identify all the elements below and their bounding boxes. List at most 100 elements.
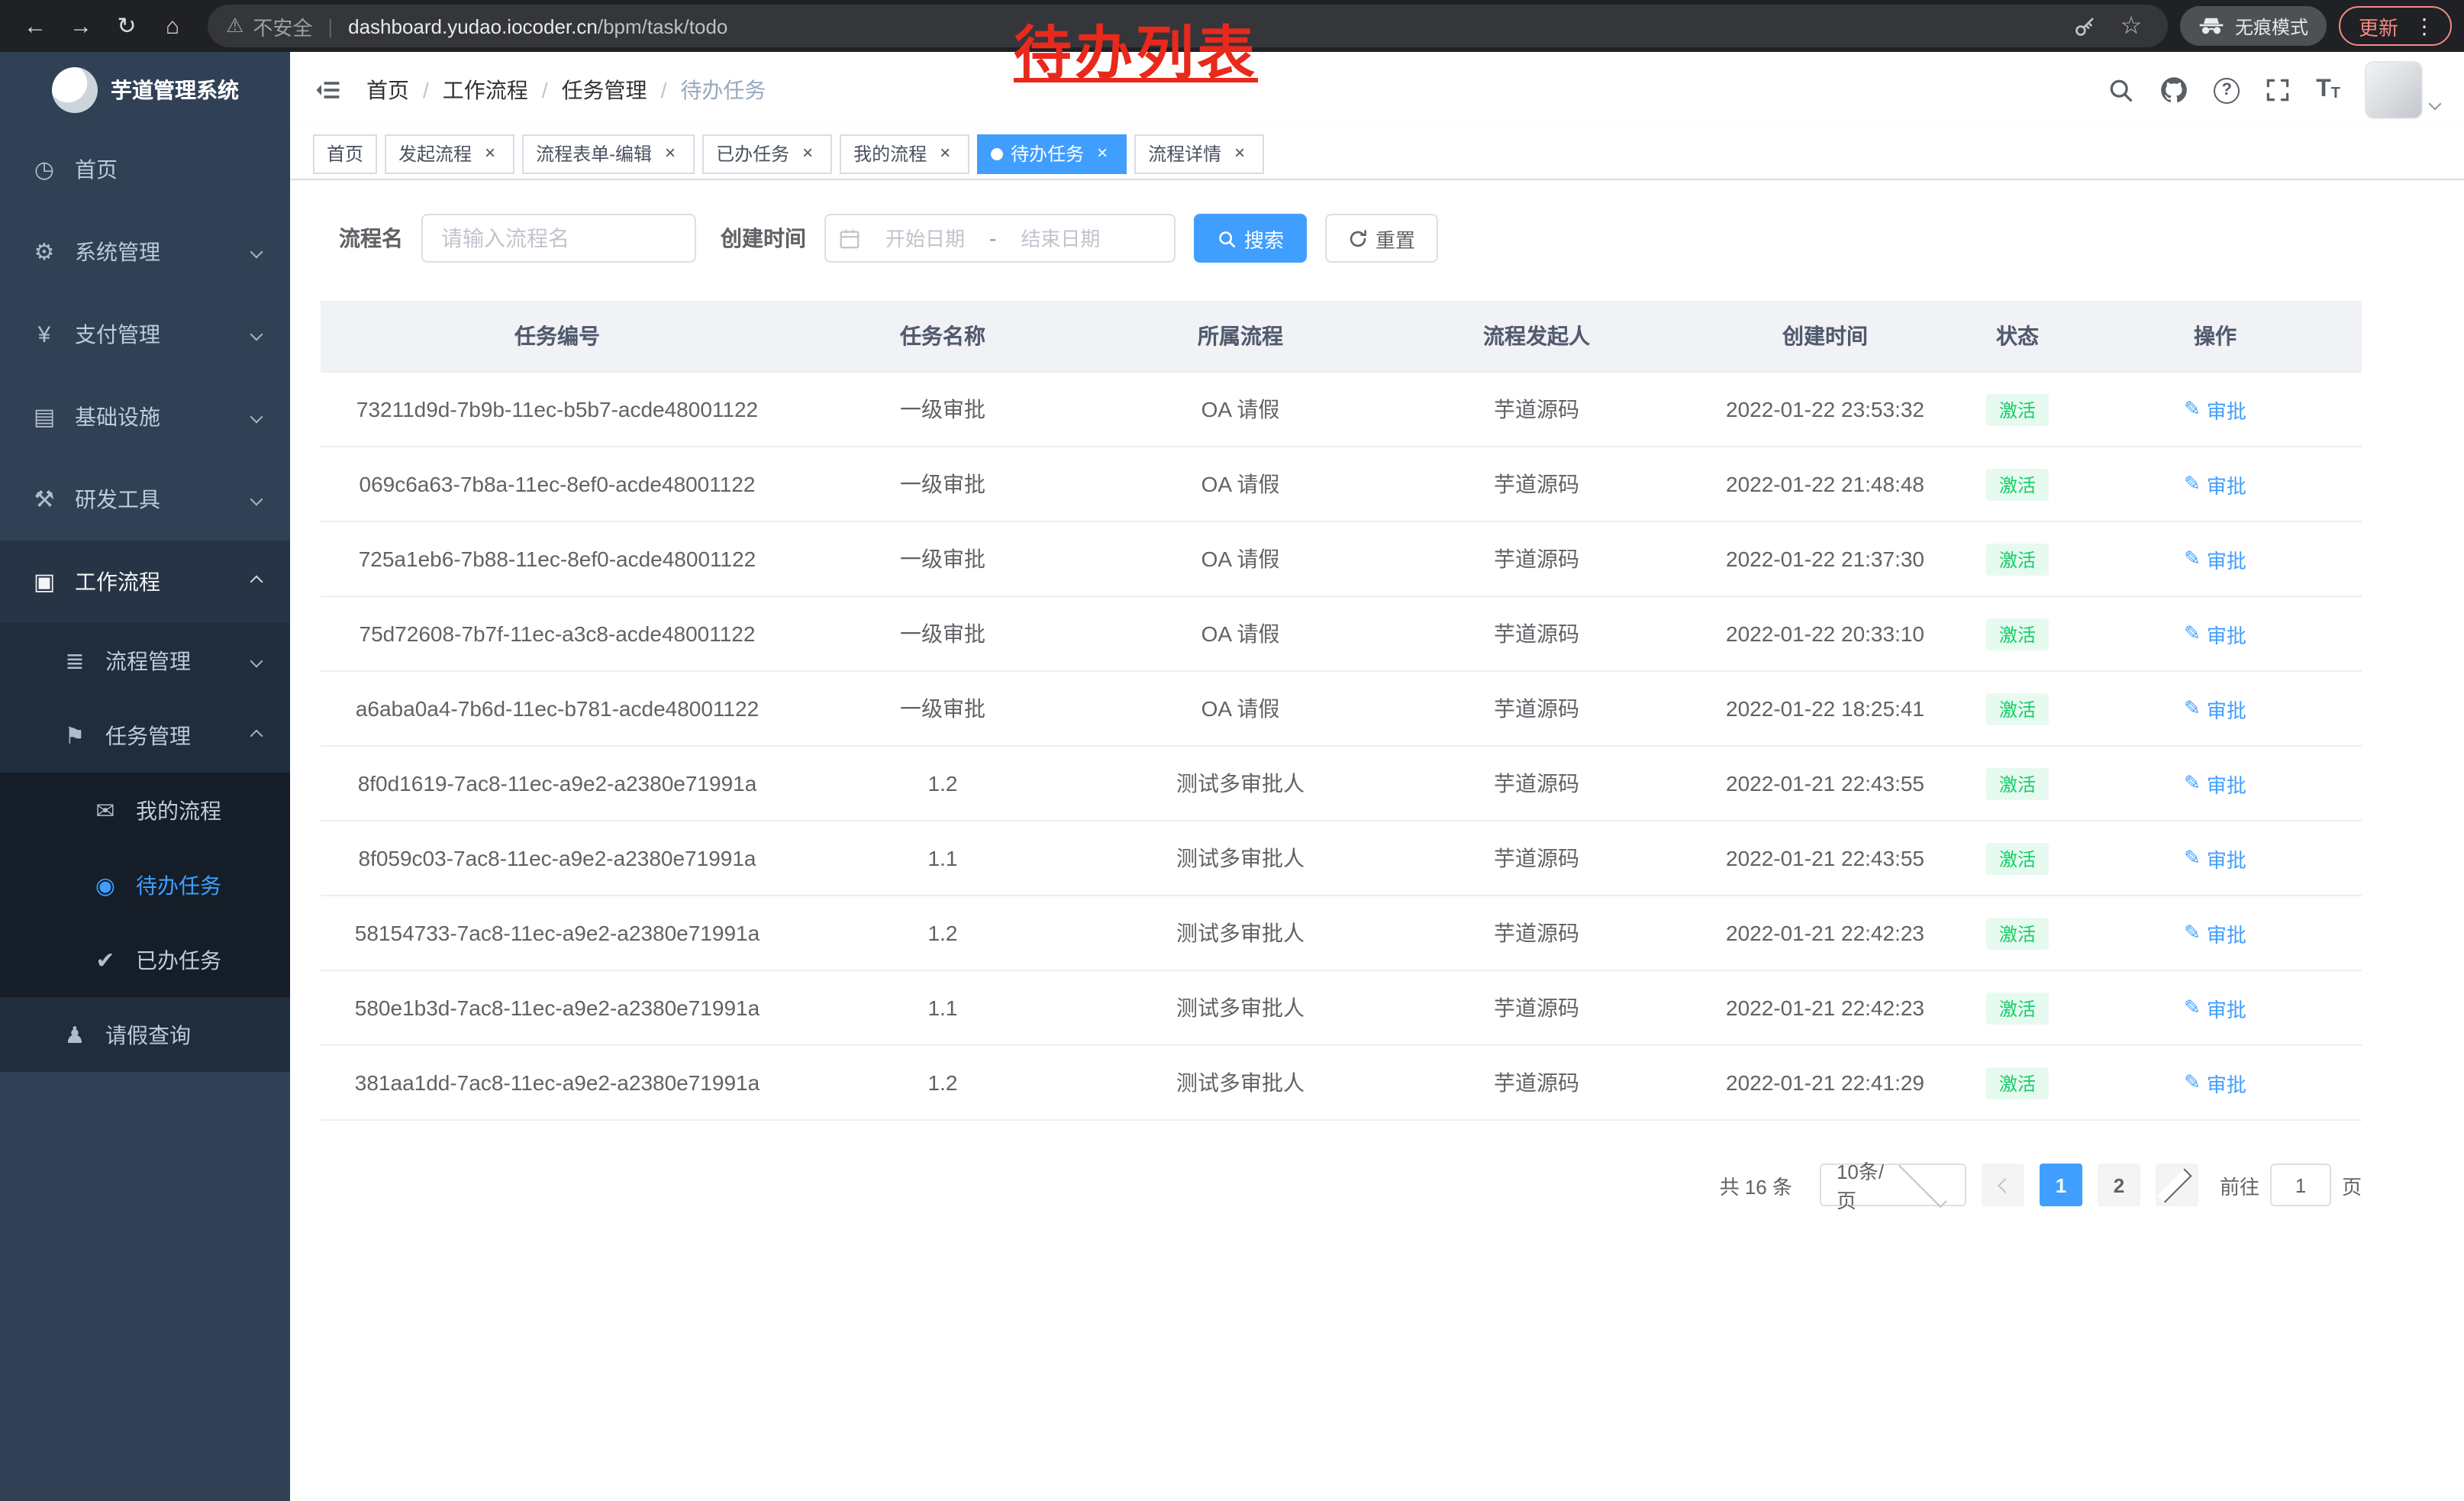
next-page-button[interactable] (2156, 1164, 2198, 1206)
cell-task-name: 一级审批 (794, 597, 1092, 670)
tab-close-icon[interactable]: × (660, 143, 681, 164)
goto-page: 前往 页 (2220, 1164, 2362, 1206)
sidebar-item-process-management[interactable]: ≣ 流程管理 (0, 623, 290, 698)
dashboard-icon: ◷ (31, 156, 58, 183)
help-icon[interactable]: ? (2214, 77, 2240, 103)
page-button-2[interactable]: 2 (2098, 1164, 2140, 1206)
reset-button[interactable]: 重置 (1325, 214, 1438, 263)
sidebar-item-payment-management[interactable]: ¥ 支付管理 (0, 293, 290, 376)
table-row: 73211d9d-7b9b-11ec-b5b7-acde48001122 一级审… (321, 373, 2362, 447)
browser-home-button[interactable]: ⌂ (150, 3, 195, 49)
sidebar-item-dev-tools[interactable]: ⚒ 研发工具 (0, 458, 290, 541)
total-count: 共 16 条 (1720, 1170, 1792, 1199)
tab-label: 已办任务 (716, 140, 789, 166)
tab-start-process[interactable]: 发起流程 × (385, 134, 514, 173)
end-date-input[interactable] (1002, 227, 1118, 250)
column-header: 所属流程 (1092, 301, 1389, 371)
breadcrumb-home[interactable]: 首页 (366, 75, 409, 105)
tab-close-icon[interactable]: × (1092, 143, 1113, 164)
sidebar-item-task-management[interactable]: ⚑ 任务管理 (0, 698, 290, 773)
approve-link[interactable]: ✎ 审批 (2184, 769, 2246, 798)
tab-my-process[interactable]: 我的流程 × (840, 134, 969, 173)
approve-link[interactable]: ✎ 审批 (2184, 470, 2246, 499)
avatar[interactable] (2365, 61, 2423, 119)
sidebar-item-done-tasks[interactable]: ✔ 已办任务 (0, 922, 290, 997)
browser-back-button[interactable]: ← (12, 3, 58, 49)
sidebar-item-system-management[interactable]: ⚙ 系统管理 (0, 211, 290, 293)
status-badge: 激活 (1987, 767, 2048, 799)
briefcase-icon: ▣ (31, 568, 58, 596)
sidebar-item-home[interactable]: ◷ 首页 (0, 128, 290, 211)
app-title: 芋道管理系统 (111, 75, 239, 105)
sidebar-item-my-process[interactable]: ✉ 我的流程 (0, 773, 290, 847)
cell-process: OA 请假 (1092, 597, 1389, 670)
tab-todo-tasks[interactable]: 待办任务 × (977, 134, 1127, 173)
edit-icon: ✎ (2184, 397, 2201, 421)
tab-close-icon[interactable]: × (1229, 143, 1250, 164)
cell-task-name: 1.2 (794, 1046, 1092, 1119)
logo[interactable]: 芋道管理系统 (0, 52, 290, 128)
key-icon[interactable] (2067, 13, 2104, 39)
fullscreen-icon[interactable] (2264, 76, 2291, 104)
cell-status: 激活 (1966, 373, 2069, 446)
sidebar-item-infrastructure[interactable]: ▤ 基础设施 (0, 376, 290, 458)
process-name-input[interactable] (421, 214, 696, 263)
github-icon[interactable] (2159, 75, 2189, 105)
sidebar-item-leave-query[interactable]: ♟ 请假查询 (0, 997, 290, 1072)
tab-label: 首页 (327, 140, 363, 166)
app-root: ← → ↻ ⌂ ⚠ 不安全 | dashboard.yudao.iocoder.… (0, 0, 2464, 1501)
approve-link[interactable]: ✎ 审批 (2184, 694, 2246, 723)
header-actions: ? TT (2107, 61, 2440, 119)
cell-actions: ✎ 审批 (2069, 373, 2362, 446)
tab-close-icon[interactable]: × (479, 143, 501, 164)
search-icon[interactable] (2107, 76, 2134, 104)
breadcrumb-task-management[interactable]: 任务管理 (562, 75, 647, 105)
start-date-input[interactable] (867, 227, 983, 250)
approve-link[interactable]: ✎ 审批 (2184, 395, 2246, 424)
tab-close-icon[interactable]: × (797, 143, 818, 164)
update-button[interactable]: 更新 ⋮ (2339, 6, 2452, 46)
goto-page-input[interactable] (2270, 1164, 2331, 1206)
goto-label: 前往 (2220, 1170, 2259, 1199)
person-icon: ♟ (61, 1021, 89, 1048)
page-size-select[interactable]: 10条/页 (1820, 1164, 1966, 1206)
browser-reload-button[interactable]: ↻ (104, 3, 150, 49)
url-domain: dashboard.yudao.iocoder.cn (348, 15, 598, 37)
kebab-menu-icon[interactable]: ⋮ (2404, 13, 2444, 39)
cell-status: 激活 (1966, 747, 2069, 820)
search-button[interactable]: 搜索 (1194, 214, 1307, 263)
page-unit-label: 页 (2342, 1170, 2362, 1199)
browser-forward-button[interactable]: → (58, 3, 104, 49)
approve-link[interactable]: ✎ 审批 (2184, 844, 2246, 873)
sidebar-item-todo-tasks[interactable]: ◉ 待办任务 (0, 847, 290, 922)
tab-close-icon[interactable]: × (934, 143, 956, 164)
page-button-1[interactable]: 1 (2040, 1164, 2082, 1206)
approve-link[interactable]: ✎ 审批 (2184, 993, 2246, 1022)
date-range-picker[interactable]: - (824, 214, 1176, 263)
breadcrumb-workflow[interactable]: 工作流程 (443, 75, 528, 105)
menu-item-label: 支付管理 (75, 319, 235, 350)
menu-item-label: 研发工具 (75, 484, 235, 515)
breadcrumb-todo-tasks[interactable]: 待办任务 (680, 75, 766, 105)
column-header: 任务编号 (321, 301, 794, 371)
tab-done-tasks[interactable]: 已办任务 × (702, 134, 832, 173)
tab-home[interactable]: 首页 (313, 134, 377, 173)
incognito-badge: 无痕模式 (2180, 6, 2327, 46)
approve-link[interactable]: ✎ 审批 (2184, 1068, 2246, 1097)
tab-process-form-edit[interactable]: 流程表单-编辑 × (522, 134, 695, 173)
tab-process-detail[interactable]: 流程详情 × (1134, 134, 1264, 173)
sidebar-toggle-button[interactable] (314, 76, 342, 104)
bookmark-star-icon[interactable]: ☆ (2113, 11, 2150, 41)
cell-create-time: 2022-01-21 22:43:55 (1684, 822, 1966, 895)
prev-page-button[interactable] (1982, 1164, 2024, 1206)
font-size-icon[interactable]: TT (2316, 78, 2340, 102)
user-menu[interactable] (2365, 61, 2440, 119)
approve-link[interactable]: ✎ 审批 (2184, 918, 2246, 947)
logo-avatar-image (51, 67, 97, 113)
approve-link[interactable]: ✎ 审批 (2184, 544, 2246, 573)
cell-initiator: 芋道源码 (1389, 672, 1684, 745)
annotation-overlay: 待办列表 (1014, 6, 1258, 90)
tabs-bar: 首页 发起流程 × 流程表单-编辑 × (290, 128, 2464, 180)
approve-link[interactable]: ✎ 审批 (2184, 619, 2246, 648)
sidebar-item-workflow[interactable]: ▣ 工作流程 (0, 541, 290, 623)
